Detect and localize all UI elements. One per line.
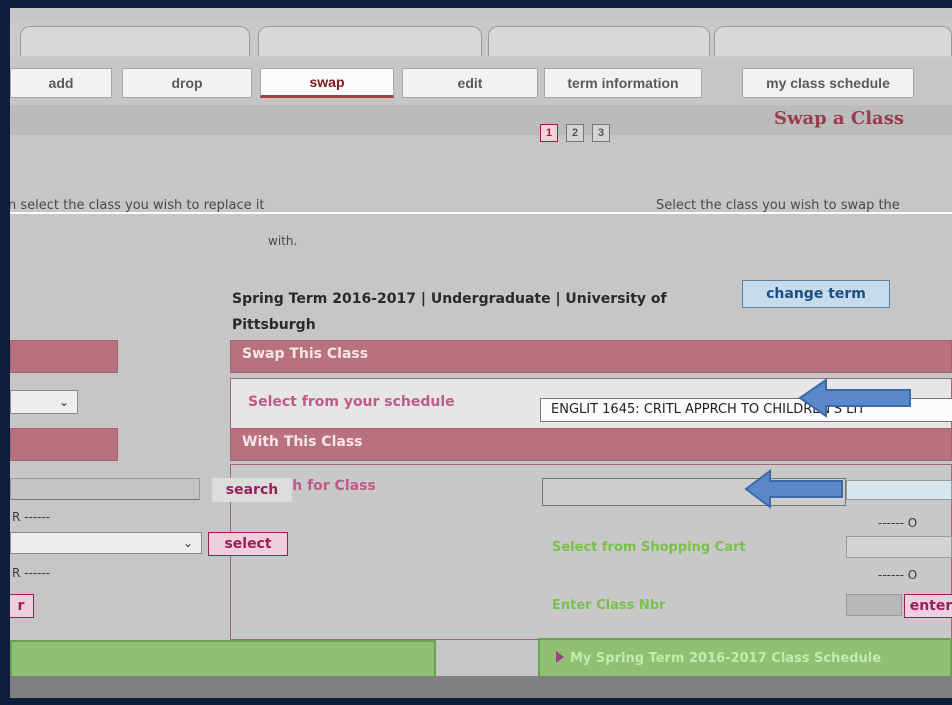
chevron-down-icon: ⌄	[183, 536, 194, 550]
or-separator-left-1: R ------	[12, 510, 51, 524]
shopping-cart-select[interactable]	[846, 536, 952, 558]
search-button[interactable]: search	[212, 478, 292, 502]
instruction-left: n select the class you wish to replace i…	[10, 198, 265, 213]
left-band-2	[10, 428, 118, 461]
instruction-sub: with.	[268, 234, 298, 248]
select-from-schedule-label: Select from your schedule	[248, 394, 455, 410]
step-1: 1	[540, 124, 558, 142]
enrollment-tabs: add drop swap edit term information my c…	[10, 63, 952, 105]
chevron-down-icon: ⌄	[59, 395, 70, 409]
schedule-panel-title: My Spring Term 2016-2017 Class Schedule	[570, 651, 882, 666]
left-select-2[interactable]: ⌄	[10, 532, 202, 554]
swap-this-class-title: Swap This Class	[242, 346, 369, 362]
left-enter-button[interactable]: r	[10, 594, 34, 618]
expand-triangle-icon[interactable]	[556, 651, 564, 663]
left-search-input[interactable]	[10, 478, 200, 500]
top-tab-3[interactable]	[488, 26, 710, 56]
bottom-bar	[10, 676, 952, 698]
step-3: 3	[592, 124, 610, 142]
or-separator-right-2: ------ O	[878, 568, 918, 582]
tab-drop-label: drop	[171, 75, 203, 91]
tab-drop[interactable]: drop	[122, 68, 252, 98]
tab-edit-label: edit	[457, 75, 483, 91]
class-search-helper[interactable]	[846, 480, 952, 500]
or-separator-left-2: R ------	[12, 566, 51, 580]
tab-add[interactable]: add	[10, 68, 112, 98]
enter-button[interactable]: enter	[904, 594, 952, 618]
tab-term-information-label: term information	[567, 75, 679, 91]
select-button[interactable]: select	[208, 532, 288, 556]
with-this-class-title: With This Class	[242, 434, 363, 450]
left-band-1	[10, 340, 118, 373]
divider	[10, 212, 952, 214]
tab-add-label: add	[48, 75, 74, 91]
tab-swap[interactable]: swap	[260, 68, 394, 98]
change-term-button[interactable]: change term	[742, 280, 890, 308]
term-info: Spring Term 2016-2017 | Undergraduate | …	[232, 291, 667, 333]
top-tab-1[interactable]	[20, 26, 250, 56]
page-title: Swap a Class	[773, 108, 904, 129]
step-2: 2	[566, 124, 584, 142]
tab-term-information[interactable]: term information	[544, 68, 702, 98]
instruction-right: Select the class you wish to swap the	[656, 198, 900, 213]
top-nav-strip	[10, 22, 952, 58]
class-nbr-input[interactable]	[846, 594, 902, 616]
tab-edit[interactable]: edit	[402, 68, 538, 98]
left-select-1[interactable]: ⌄	[10, 390, 78, 414]
tab-swap-label: swap	[309, 74, 345, 90]
tab-my-class-schedule-label: my class schedule	[766, 75, 890, 91]
shopping-cart-label: Select from Shopping Cart	[552, 540, 746, 555]
swap-class-page: add drop swap edit term information my c…	[10, 8, 952, 698]
class-nbr-label: Enter Class Nbr	[552, 598, 666, 613]
top-tab-2[interactable]	[258, 26, 482, 56]
step-indicator: 1 2 3	[540, 124, 610, 142]
or-separator-right-1: ------ O	[878, 516, 918, 530]
arrow-left-icon	[798, 378, 911, 418]
arrow-left-icon	[744, 469, 843, 509]
tab-my-class-schedule[interactable]: my class schedule	[742, 68, 914, 98]
top-tab-4[interactable]	[714, 26, 952, 56]
